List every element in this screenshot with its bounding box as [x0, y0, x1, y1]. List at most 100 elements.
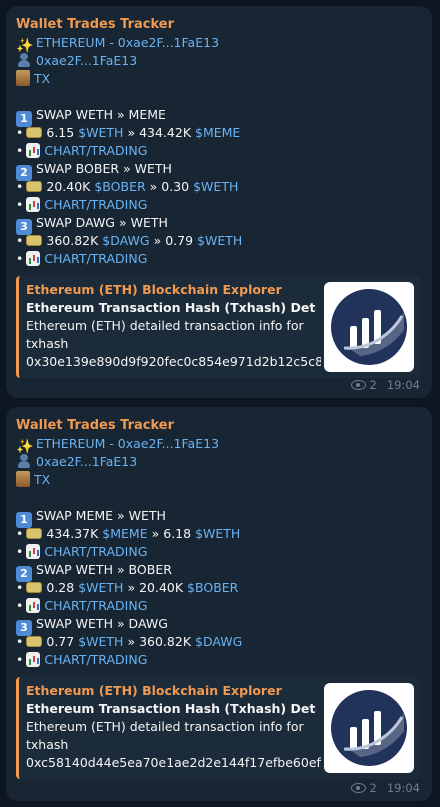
arrow-separator: »	[151, 526, 160, 541]
token-out-link[interactable]: $BOBER	[187, 580, 238, 595]
keycap-number-icon: 1	[16, 111, 32, 127]
token-in-link[interactable]: $MEME	[102, 526, 147, 541]
chart-trading-link[interactable]: CHART/TRADING	[44, 197, 147, 212]
message-bubble-1: Wallet Trades Tracker ✨ ETHEREUM - 0xae2F…	[6, 6, 432, 398]
swap-title-line: 1 SWAP MEME » WETH	[16, 507, 420, 528]
bot-title: Wallet Trades Tracker	[16, 418, 174, 433]
bullet: •	[16, 197, 24, 212]
swap-amount-line: • 0.77 $WETH » 360.82K $DAWG	[16, 633, 420, 651]
swap-title-line: 2 SWAP BOBER » WETH	[16, 160, 420, 181]
swap-title: SWAP WETH » BOBER	[36, 562, 172, 577]
swap-title-line: 2 SWAP WETH » BOBER	[16, 561, 420, 582]
bullet: •	[16, 544, 24, 559]
amount-out: 20.40K	[139, 580, 184, 595]
chart-trading-link[interactable]: CHART/TRADING	[44, 251, 147, 266]
preview-title: Ethereum Transaction Hash (Txhash) Detai…	[26, 300, 316, 315]
amount-in: 6.15	[46, 125, 75, 140]
swap-amount-line: • 360.82K $DAWG » 0.79 $WETH	[16, 232, 420, 250]
token-in-link[interactable]: $DAWG	[102, 233, 149, 248]
keycap-number-icon: 2	[16, 165, 32, 181]
etherscan-logo-thumbnail	[324, 683, 414, 773]
bot-title: Wallet Trades Tracker	[16, 17, 174, 32]
link-preview[interactable]: Ethereum (ETH) Blockchain Explorer Ether…	[16, 276, 420, 378]
arrow-separator: »	[127, 125, 136, 140]
amount-in: 20.40K	[46, 179, 91, 194]
etherscan-logo-thumbnail	[324, 282, 414, 372]
chart-trading-link[interactable]: CHART/TRADING	[44, 598, 147, 613]
bullet: •	[16, 634, 24, 649]
sparkles-icon: ✨	[16, 38, 34, 54]
swap-amount-line: • 434.37K $MEME » 6.18 $WETH	[16, 525, 420, 543]
link-preview[interactable]: Ethereum (ETH) Blockchain Explorer Ether…	[16, 677, 420, 779]
bullet: •	[16, 526, 24, 541]
chain-link[interactable]: ETHEREUM - 0xae2F...1FaE13	[36, 35, 219, 50]
amount-in: 360.82K	[46, 233, 99, 248]
bullet: •	[16, 143, 24, 158]
token-in-link[interactable]: $BOBER	[94, 179, 145, 194]
token-out-link[interactable]: $DAWG	[195, 634, 242, 649]
swap-title-line: 3 SWAP WETH » DAWG	[16, 615, 420, 636]
bar-chart-icon	[26, 598, 41, 613]
broom-icon	[16, 471, 30, 487]
view-count: 2	[369, 378, 377, 392]
bullet: •	[16, 251, 24, 266]
token-out-link[interactable]: $MEME	[195, 125, 240, 140]
keycap-number-icon: 2	[16, 566, 32, 582]
message-time: 19:04	[386, 378, 420, 392]
amount-in: 434.37K	[46, 526, 99, 541]
money-icon	[26, 127, 43, 138]
amount-in: 0.28	[46, 580, 75, 595]
keycap-number-icon: 3	[16, 620, 32, 636]
swap-amount-line: • 6.15 $WETH » 434.42K $MEME	[16, 124, 420, 142]
chart-line: • CHART/TRADING	[16, 196, 420, 214]
token-out-link[interactable]: $WETH	[197, 233, 242, 248]
bullet: •	[16, 179, 24, 194]
bullet: •	[16, 125, 24, 140]
swap-title-line: 1 SWAP WETH » MEME	[16, 106, 420, 127]
money-icon	[26, 181, 43, 192]
chart-line: • CHART/TRADING	[16, 250, 420, 268]
preview-description: Ethereum (ETH) detailed transaction info…	[26, 317, 321, 371]
token-in-link[interactable]: $WETH	[78, 580, 123, 595]
preview-title: Ethereum Transaction Hash (Txhash) Detai…	[26, 701, 316, 716]
eye-icon	[350, 783, 366, 793]
token-in-link[interactable]: $WETH	[78, 125, 123, 140]
chart-trading-link[interactable]: CHART/TRADING	[44, 143, 147, 158]
swap-title: SWAP DAWG » WETH	[36, 215, 168, 230]
swap-title: SWAP WETH » DAWG	[36, 616, 168, 631]
etherscan-logo-icon	[331, 690, 407, 766]
preview-desc-text: Ethereum (ETH) detailed transaction info…	[26, 719, 304, 752]
chain-link[interactable]: ETHEREUM - 0xae2F...1FaE13	[36, 436, 219, 451]
bar-chart-icon	[26, 251, 41, 266]
chart-trading-link[interactable]: CHART/TRADING	[44, 652, 147, 667]
swap-title: SWAP MEME » WETH	[36, 508, 166, 523]
amount-out: 0.30	[161, 179, 190, 194]
money-icon	[26, 528, 43, 539]
chart-line: • CHART/TRADING	[16, 142, 420, 160]
chart-trading-link[interactable]: CHART/TRADING	[44, 544, 147, 559]
token-out-link[interactable]: $WETH	[195, 526, 240, 541]
eye-icon	[350, 380, 366, 390]
keycap-number-icon: 3	[16, 219, 32, 235]
tx-line: TX	[16, 471, 420, 489]
tx-link[interactable]: TX	[34, 472, 50, 487]
chart-line: • CHART/TRADING	[16, 651, 420, 669]
token-in-link[interactable]: $WETH	[78, 634, 123, 649]
chain-line: ✨ ETHEREUM - 0xae2F...1FaE13	[16, 435, 420, 455]
money-icon	[26, 582, 43, 593]
wallet-line: 0xae2F...1FaE13	[16, 52, 420, 70]
broom-icon	[16, 70, 30, 86]
wallet-link[interactable]: 0xae2F...1FaE13	[36, 53, 137, 68]
bullet: •	[16, 233, 24, 248]
arrow-separator: »	[127, 580, 136, 595]
bullet: •	[16, 652, 24, 667]
view-count: 2	[369, 781, 377, 795]
chain-line: ✨ ETHEREUM - 0xae2F...1FaE13	[16, 34, 420, 54]
token-out-link[interactable]: $WETH	[193, 179, 238, 194]
tx-link[interactable]: TX	[34, 71, 50, 86]
message-bubble-2: Wallet Trades Tracker ✨ ETHEREUM - 0xae2F…	[6, 407, 432, 801]
amount-out: 360.82K	[139, 634, 192, 649]
amount-in: 0.77	[46, 634, 75, 649]
wallet-link[interactable]: 0xae2F...1FaE13	[36, 454, 137, 469]
